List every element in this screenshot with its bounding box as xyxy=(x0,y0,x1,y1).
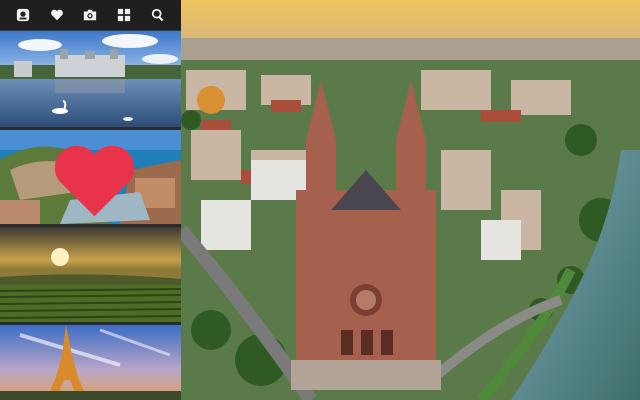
main-photo-viewer[interactable] xyxy=(181,0,640,400)
camera-icon[interactable] xyxy=(79,4,101,26)
main-photo xyxy=(181,0,640,400)
sidebar xyxy=(0,0,181,400)
grid-icon[interactable] xyxy=(113,4,135,26)
app-window xyxy=(0,0,640,400)
favorite-heart-icon xyxy=(54,145,135,217)
thumbnail-chateau-lake[interactable] xyxy=(0,31,181,127)
thumbnail-vineyard-sunset[interactable] xyxy=(0,227,181,322)
thumbnail-eiffel-tower[interactable] xyxy=(0,325,181,400)
photo-icon[interactable] xyxy=(12,4,34,26)
toolbar xyxy=(0,0,181,31)
thumbnail-image xyxy=(0,227,181,322)
thumbnail-image xyxy=(0,31,181,127)
thumbnail-image xyxy=(0,325,181,400)
heart-icon[interactable] xyxy=(46,4,68,26)
thumbnail-coastal-harbor[interactable] xyxy=(0,130,181,224)
search-icon[interactable] xyxy=(147,4,169,26)
